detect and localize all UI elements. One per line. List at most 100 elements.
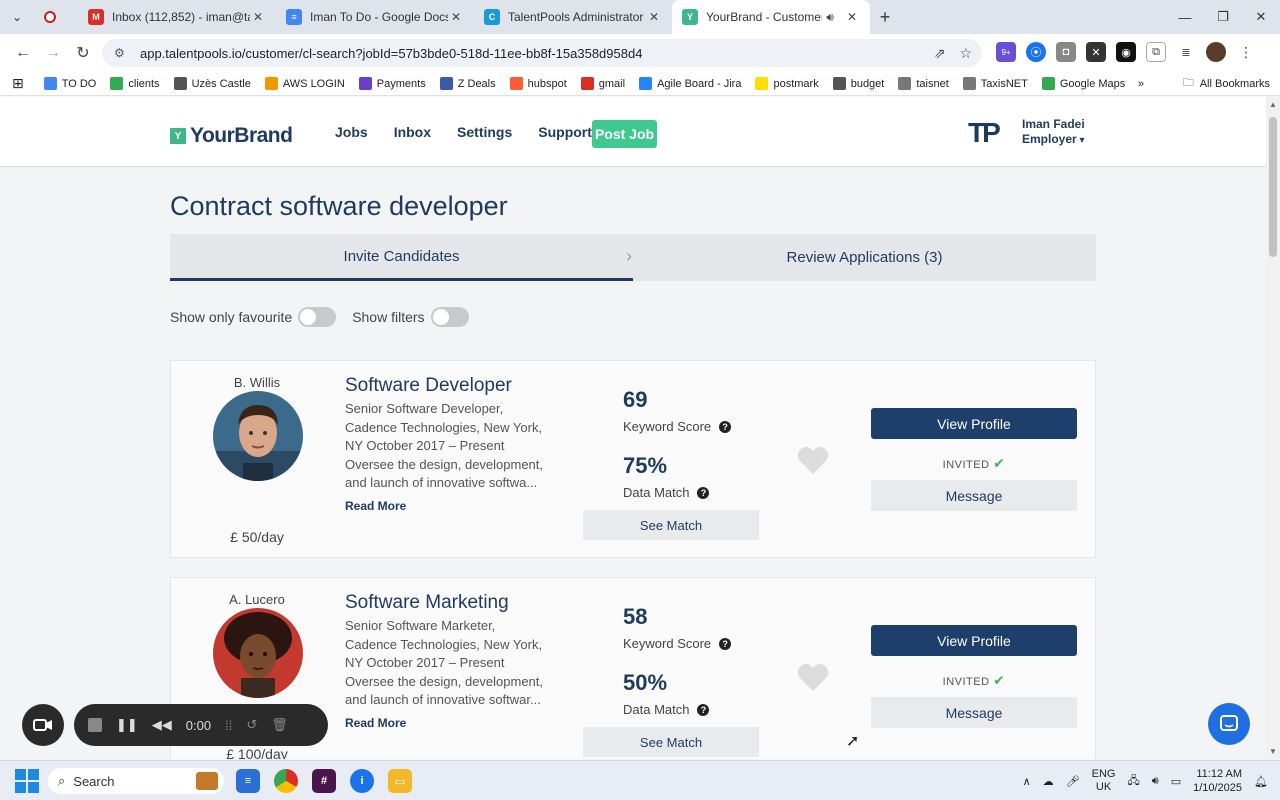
close-tab-icon[interactable]: ✕ <box>448 10 464 24</box>
bookmark-payments[interactable]: Payments <box>358 77 426 90</box>
bookmark-aws-login[interactable]: AWS LOGIN <box>264 77 345 90</box>
view-profile-button[interactable]: View Profile <box>871 625 1077 656</box>
message-button[interactable]: Message <box>871 480 1077 511</box>
battery-icon[interactable]: ▭ <box>1171 775 1181 788</box>
notepad-app-icon[interactable]: ≡ <box>236 769 260 793</box>
forward-icon[interactable]: → <box>38 44 68 62</box>
filters-toggle[interactable] <box>430 307 469 327</box>
onedrive-icon[interactable]: ☁ <box>1043 775 1054 788</box>
scrollbar-thumb[interactable] <box>1269 117 1277 257</box>
new-tab-icon[interactable]: + <box>870 0 900 34</box>
tab-search-chevron-icon[interactable]: ⌄ <box>0 0 34 34</box>
bookmark-taisnet[interactable]: taisnet <box>898 77 949 90</box>
see-match-button[interactable]: See Match <box>583 510 759 540</box>
bookmark-gmail[interactable]: gmail <box>580 77 625 90</box>
restore-icon[interactable]: ❐ <box>1204 0 1242 34</box>
tab-google-docs[interactable]: ≡ Iman To Do - Google Docs ✕ <box>276 0 474 34</box>
trash-icon[interactable]: 🗑︎ <box>271 717 288 733</box>
close-tab-icon[interactable]: ✕ <box>844 10 860 24</box>
network-icon[interactable]: 🖧 <box>1127 772 1139 791</box>
notifications-bell-icon[interactable]: 🔔︎ <box>1254 775 1268 788</box>
taskbar-search[interactable]: ⌕ Search <box>48 768 224 794</box>
speaker-icon[interactable]: 🔊︎ <box>822 10 838 25</box>
tab-invite-candidates[interactable]: Invite Candidates <box>170 234 633 281</box>
restart-icon[interactable]: ↺ <box>246 717 257 733</box>
nav-settings[interactable]: Settings <box>457 124 512 140</box>
site-info-icon[interactable]: ⚙ <box>114 46 130 60</box>
media-icon[interactable]: ≣ <box>1176 42 1196 62</box>
file-explorer-icon[interactable]: ▭ <box>388 769 412 793</box>
windows-start-icon[interactable] <box>15 768 39 793</box>
user-menu[interactable]: Iman Fadei Employer <box>1022 117 1085 148</box>
bookmark-clients[interactable]: clients <box>110 77 160 90</box>
bookmark-uz-s-castle[interactable]: Uzès Castle <box>173 77 251 90</box>
candidate-avatar[interactable] <box>213 608 303 698</box>
pause-icon[interactable]: ❚❚ <box>116 717 138 733</box>
close-tab-icon[interactable]: ✕ <box>250 10 266 24</box>
clock[interactable]: 11:12 AM 1/10/2025 <box>1193 767 1242 795</box>
tab-review-applications[interactable]: Review Applications (3) <box>633 234 1096 281</box>
chat-launcher-button[interactable] <box>1208 703 1250 745</box>
1password-icon[interactable]: ⦿ <box>1026 42 1046 62</box>
tab-recording[interactable] <box>34 0 78 34</box>
microphone-icon[interactable]: 🎤︎ <box>1066 775 1080 788</box>
stop-icon[interactable] <box>88 718 102 732</box>
camera-icon[interactable]: ◘ <box>1056 42 1076 62</box>
see-match-button[interactable]: See Match <box>583 727 759 757</box>
extension-icon[interactable]: ✕ <box>1086 42 1106 62</box>
back-icon[interactable]: ← <box>8 44 38 62</box>
nav-jobs[interactable]: Jobs <box>335 124 368 140</box>
open-in-app-icon[interactable]: ⇗ <box>934 45 946 62</box>
help-icon[interactable]: ? <box>697 486 710 499</box>
bookmark-star-icon[interactable]: ☆ <box>959 45 972 62</box>
bookmark-to-do[interactable]: TO DO <box>43 77 96 90</box>
extension-dark-icon[interactable]: ◉ <box>1116 42 1136 62</box>
bookmark-budget[interactable]: budget <box>832 77 884 90</box>
reload-icon[interactable]: ↻ <box>68 43 98 63</box>
more-bookmarks-icon[interactable]: » <box>1138 78 1144 90</box>
bookmark-postmark[interactable]: postmark <box>755 77 819 90</box>
all-bookmarks[interactable]: 🗀 All Bookmarks <box>1183 74 1270 93</box>
apps-grid-icon[interactable]: ⊞ <box>12 75 24 92</box>
minimize-icon[interactable]: — <box>1166 0 1204 34</box>
user-role-dropdown[interactable]: Employer <box>1022 132 1085 148</box>
nav-inbox[interactable]: Inbox <box>394 124 431 140</box>
favourite-heart-icon[interactable] <box>797 445 829 475</box>
view-profile-button[interactable]: View Profile <box>871 408 1077 439</box>
show-hidden-icons[interactable]: ∧ <box>1023 775 1031 788</box>
profile-avatar[interactable] <box>1206 42 1226 62</box>
tab-yourbrand[interactable]: Y YourBrand - Customer Sear 🔊︎ ✕ <box>672 0 870 34</box>
favourite-heart-icon[interactable] <box>797 662 829 692</box>
scroll-up-icon[interactable]: ▲ <box>1269 100 1277 109</box>
url-text[interactable]: app.talentpools.io/customer/cl-search?jo… <box>140 46 642 61</box>
bookmark-google-maps[interactable]: Google Maps <box>1041 77 1125 90</box>
extension-badge-icon[interactable]: 9+ <box>996 42 1016 62</box>
read-more-link[interactable]: Read More <box>345 499 406 513</box>
candidate-avatar[interactable] <box>213 391 303 481</box>
brand-logo[interactable]: Y YourBrand <box>170 124 293 148</box>
page-scrollbar[interactable]: ▲ ▼ <box>1266 97 1280 759</box>
tab-talentpools-admin[interactable]: C TalentPools Administrator Dash ✕ <box>474 0 672 34</box>
help-icon[interactable]: ? <box>719 637 732 650</box>
rewind-icon[interactable]: ◀◀ <box>152 717 172 733</box>
bookmark-hubspot[interactable]: hubspot <box>509 77 567 90</box>
1password-app-icon[interactable]: i <box>350 769 374 793</box>
post-job-button[interactable]: Post Job <box>592 120 657 148</box>
bookmark-z-deals[interactable]: Z Deals <box>439 77 496 90</box>
message-button[interactable]: Message <box>871 697 1077 728</box>
more-menu-icon[interactable]: ⋮ <box>1236 42 1256 62</box>
nav-support[interactable]: Support <box>538 124 592 140</box>
scroll-down-icon[interactable]: ▼ <box>1269 747 1277 756</box>
camera-toggle-button[interactable] <box>22 704 64 746</box>
bookmark-agile-board-jira[interactable]: Agile Board - Jira <box>639 77 741 90</box>
favourite-toggle[interactable] <box>298 307 337 327</box>
close-tab-icon[interactable]: ✕ <box>646 10 662 24</box>
chrome-app-icon[interactable] <box>274 769 298 793</box>
help-icon[interactable]: ? <box>697 703 710 716</box>
volume-icon[interactable]: 🔊︎ <box>1152 775 1159 788</box>
bookmark-taxisnet[interactable]: TaxisNET <box>962 77 1028 90</box>
close-window-icon[interactable]: ✕ <box>1242 0 1280 34</box>
help-icon[interactable]: ? <box>719 420 732 433</box>
drag-handle-icon[interactable]: ⁞⁞ <box>225 718 232 733</box>
slack-app-icon[interactable]: # <box>312 769 336 793</box>
